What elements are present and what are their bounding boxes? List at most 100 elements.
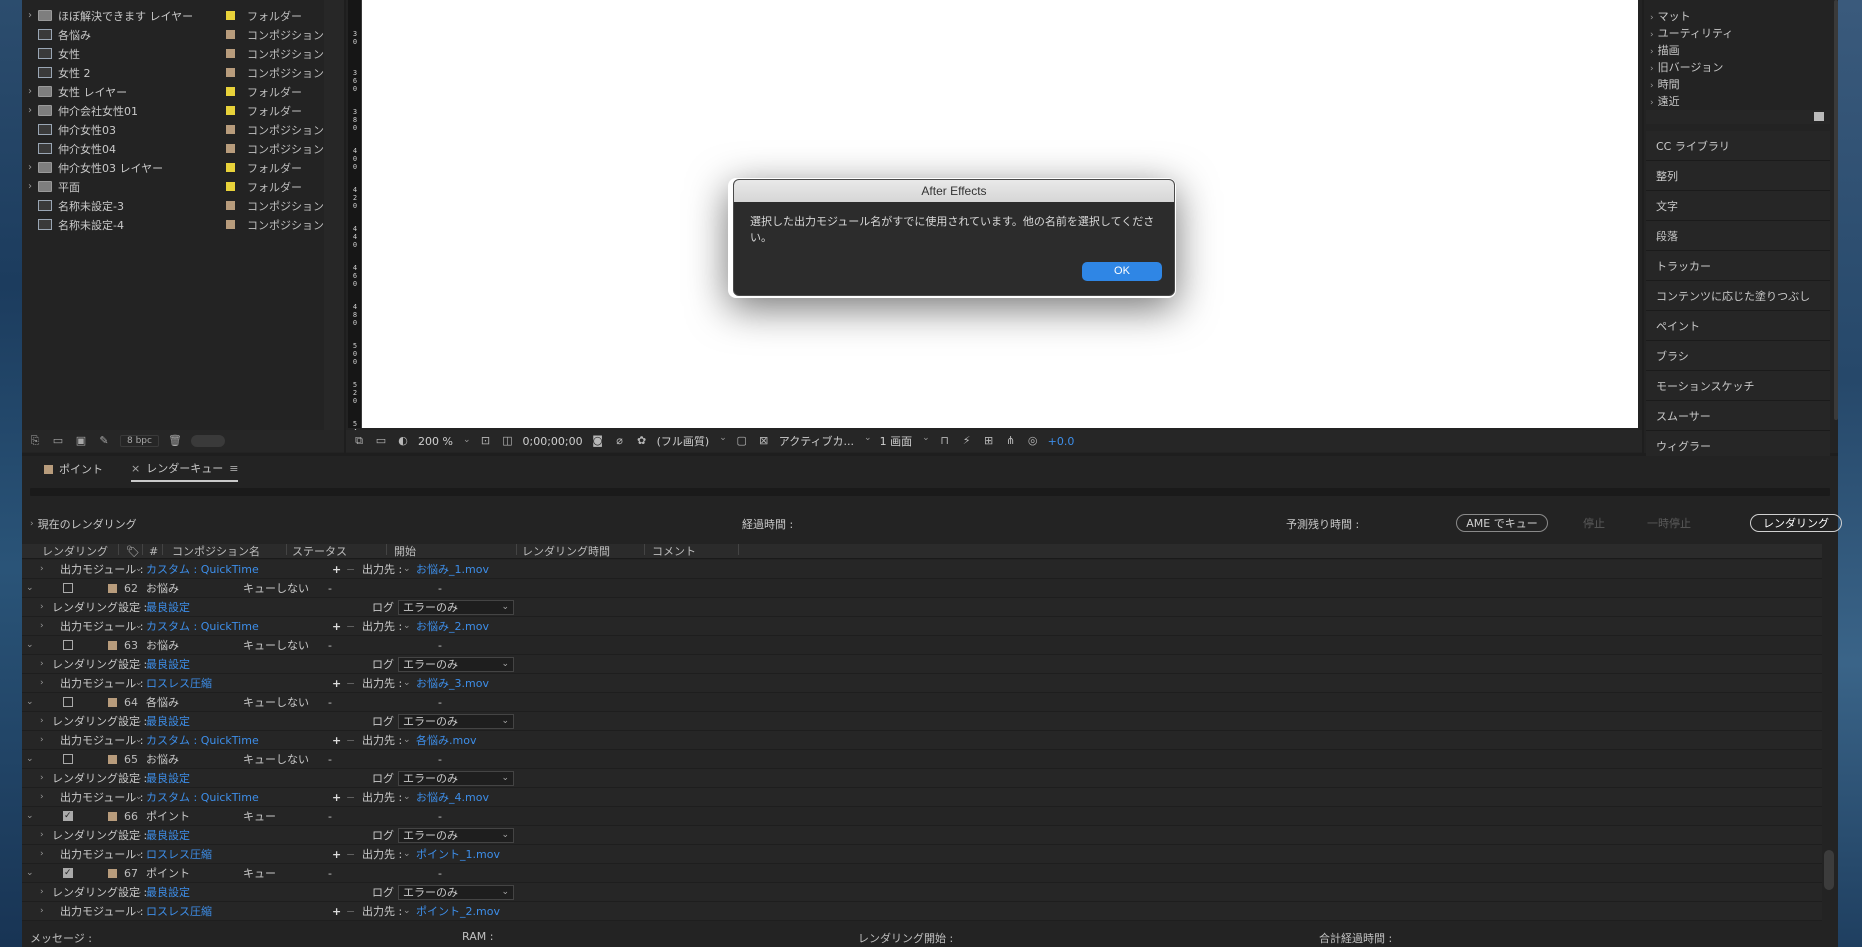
interpret-footage-icon[interactable]: ⎘: [28, 435, 42, 447]
scroll-thumb[interactable]: [1824, 850, 1834, 890]
queue-in-ame-button[interactable]: AME でキュー: [1456, 514, 1548, 532]
chevron-right-icon[interactable]: ›: [40, 902, 44, 921]
fast-preview-icon[interactable]: ⚡: [960, 435, 974, 447]
chevron-right-icon[interactable]: ›: [40, 712, 44, 731]
tab-render-queue[interactable]: × レンダーキュー ≡: [131, 456, 239, 482]
header-comment[interactable]: コメント: [652, 544, 696, 559]
panel-menu-icon[interactable]: ≡: [229, 462, 238, 475]
render-settings-link[interactable]: 最良設定: [146, 712, 190, 731]
render-checkbox[interactable]: [63, 864, 73, 883]
render-settings-row[interactable]: › レンダリング設定 : ⌄ 最良設定 ログ : エラーのみ ⌄: [22, 598, 1822, 617]
output-module-row[interactable]: › 出力モジュール : ⌄ カスタム : QuickTime + − 出力先 : ⌄ 各悩み.m…: [22, 731, 1822, 750]
chevron-right-icon[interactable]: ›: [40, 731, 44, 750]
monitor-icon[interactable]: ▭: [374, 435, 388, 447]
label-color-swatch[interactable]: [108, 641, 117, 650]
timeline-icon[interactable]: ⊞: [982, 435, 996, 447]
label-color-swatch[interactable]: [108, 698, 117, 707]
chevron-down-icon[interactable]: ⌄: [26, 579, 34, 598]
chevron-down-icon[interactable]: ⌄: [26, 750, 34, 769]
show-snapshot-icon[interactable]: ⌀: [613, 435, 627, 447]
current-time[interactable]: 0;00;00;00: [523, 435, 583, 448]
label-color-swatch[interactable]: [108, 755, 117, 764]
safe-area-icon[interactable]: ◫: [501, 435, 515, 447]
right-scrollbar[interactable]: [1834, 0, 1838, 420]
project-item[interactable]: 仲介女性03 コンポジション: [22, 120, 344, 139]
render-settings-row[interactable]: › レンダリング設定 : ⌄ 最良設定 ログ : エラーのみ ⌄: [22, 655, 1822, 674]
label-color-swatch[interactable]: [226, 49, 235, 58]
output-module-row[interactable]: › 出力モジュール : ⌄ カスタム : QuickTime + − 出力先 : ⌄ お悩み_2…: [22, 617, 1822, 636]
render-item-row[interactable]: ⌄ 65 お悩み キューしない - -: [22, 750, 1822, 769]
output-module-row[interactable]: › 出力モジュール : ⌄ ロスレス圧縮 + − 出力先 : ⌄ ポイント_2.mov: [22, 902, 1822, 921]
label-color-swatch[interactable]: [226, 30, 235, 39]
label-color-swatch[interactable]: [226, 125, 235, 134]
label-color-swatch[interactable]: [226, 201, 235, 210]
chevron-down-icon[interactable]: ⌄: [135, 788, 143, 807]
add-output-module-icon[interactable]: +: [332, 674, 341, 693]
chevron-right-icon[interactable]: ›: [40, 560, 44, 579]
render-settings-link[interactable]: 最良設定: [146, 826, 190, 845]
chevron-right-icon[interactable]: ›: [40, 845, 44, 864]
effects-category[interactable]: › ユーティリティ: [1650, 25, 1733, 42]
chevron-right-icon[interactable]: ›: [40, 598, 44, 617]
add-output-module-icon[interactable]: +: [332, 731, 341, 750]
label-color-swatch[interactable]: [108, 584, 117, 593]
trash-icon[interactable]: 🗑: [168, 435, 182, 447]
panel-item[interactable]: トラッカー: [1646, 251, 1830, 281]
chevron-right-icon[interactable]: ›: [22, 10, 38, 21]
output-module-link[interactable]: カスタム : QuickTime: [146, 788, 259, 807]
add-output-module-icon[interactable]: +: [332, 845, 341, 864]
ok-button[interactable]: OK: [1082, 262, 1162, 281]
chevron-right-icon[interactable]: ›: [40, 769, 44, 788]
chevron-right-icon[interactable]: ›: [22, 181, 38, 192]
label-color-swatch[interactable]: [226, 87, 235, 96]
snapshot-icon[interactable]: ◙: [591, 435, 605, 447]
chevron-down-icon[interactable]: ⌄: [135, 560, 143, 579]
effects-category[interactable]: › 旧バージョン: [1650, 59, 1733, 76]
zoom-select[interactable]: 200 % ⌄: [418, 435, 471, 448]
project-item[interactable]: 名称未設定-4 コンポジション: [22, 215, 344, 234]
label-color-swatch[interactable]: [226, 220, 235, 229]
effects-category[interactable]: › マット: [1650, 8, 1733, 25]
chevron-down-icon[interactable]: ⌄: [135, 712, 143, 731]
effects-category[interactable]: › 描画: [1650, 42, 1733, 59]
output-module-row[interactable]: › 出力モジュール : ⌄ カスタム : QuickTime + − 出力先 : ⌄ お悩み_1…: [22, 560, 1822, 579]
reset-exposure-icon[interactable]: ◎: [1026, 435, 1040, 447]
header-start[interactable]: 開始: [394, 544, 416, 559]
project-thumbnail-slider[interactable]: [190, 435, 225, 447]
panel-item[interactable]: ブラシ: [1646, 341, 1830, 371]
output-file-link[interactable]: お悩み_1.mov: [416, 560, 489, 579]
panel-item[interactable]: 文字: [1646, 191, 1830, 221]
render-button[interactable]: レンダリング: [1750, 514, 1842, 532]
render-settings-row[interactable]: › レンダリング設定 : ⌄ 最良設定 ログ : エラーのみ ⌄: [22, 883, 1822, 902]
new-composition-icon[interactable]: ▣: [74, 435, 88, 447]
panel-item[interactable]: スムーサー: [1646, 401, 1830, 431]
label-color-swatch[interactable]: [226, 163, 235, 172]
chevron-right-icon[interactable]: ›: [40, 617, 44, 636]
chevron-down-icon[interactable]: ⌄: [135, 845, 143, 864]
chevron-down-icon[interactable]: ⌄: [403, 560, 411, 579]
output-module-link[interactable]: ロスレス圧縮: [146, 902, 212, 921]
chevron-down-icon[interactable]: ⌄: [26, 864, 34, 883]
chevron-right-icon[interactable]: ›: [22, 86, 38, 97]
render-checkbox[interactable]: [63, 640, 73, 650]
project-item[interactable]: › ほぼ解決できます レイヤー フォルダー: [22, 6, 344, 25]
render-settings-row[interactable]: › レンダリング設定 : ⌄ 最良設定 ログ : エラーのみ ⌄: [22, 826, 1822, 845]
chevron-down-icon[interactable]: ⌄: [135, 826, 143, 845]
project-item[interactable]: 仲介女性04 コンポジション: [22, 139, 344, 158]
panel-item[interactable]: CC ライブラリ: [1646, 131, 1830, 161]
chevron-down-icon[interactable]: ⌄: [403, 845, 411, 864]
render-item-row[interactable]: ⌄ 62 お悩み キューしない - -: [22, 579, 1822, 598]
output-module-link[interactable]: カスタム : QuickTime: [146, 731, 259, 750]
project-item[interactable]: › 女性 レイヤー フォルダー: [22, 82, 344, 101]
panel-item[interactable]: 整列: [1646, 161, 1830, 191]
remove-output-module-icon[interactable]: −: [346, 731, 355, 750]
always-preview-icon[interactable]: ⧉: [352, 435, 366, 447]
label-color-swatch[interactable]: [108, 812, 117, 821]
render-checkbox[interactable]: [63, 583, 73, 593]
header-render-time[interactable]: レンダリング時間: [522, 544, 610, 559]
render-item-row[interactable]: ⌄ 64 各悩み キューしない - -: [22, 693, 1822, 712]
mask-visibility-icon[interactable]: ◐: [396, 435, 410, 447]
chevron-down-icon[interactable]: ⌄: [135, 883, 143, 902]
bit-depth-button[interactable]: 8 bpc: [120, 435, 159, 447]
chevron-down-icon[interactable]: ⌄: [403, 788, 411, 807]
